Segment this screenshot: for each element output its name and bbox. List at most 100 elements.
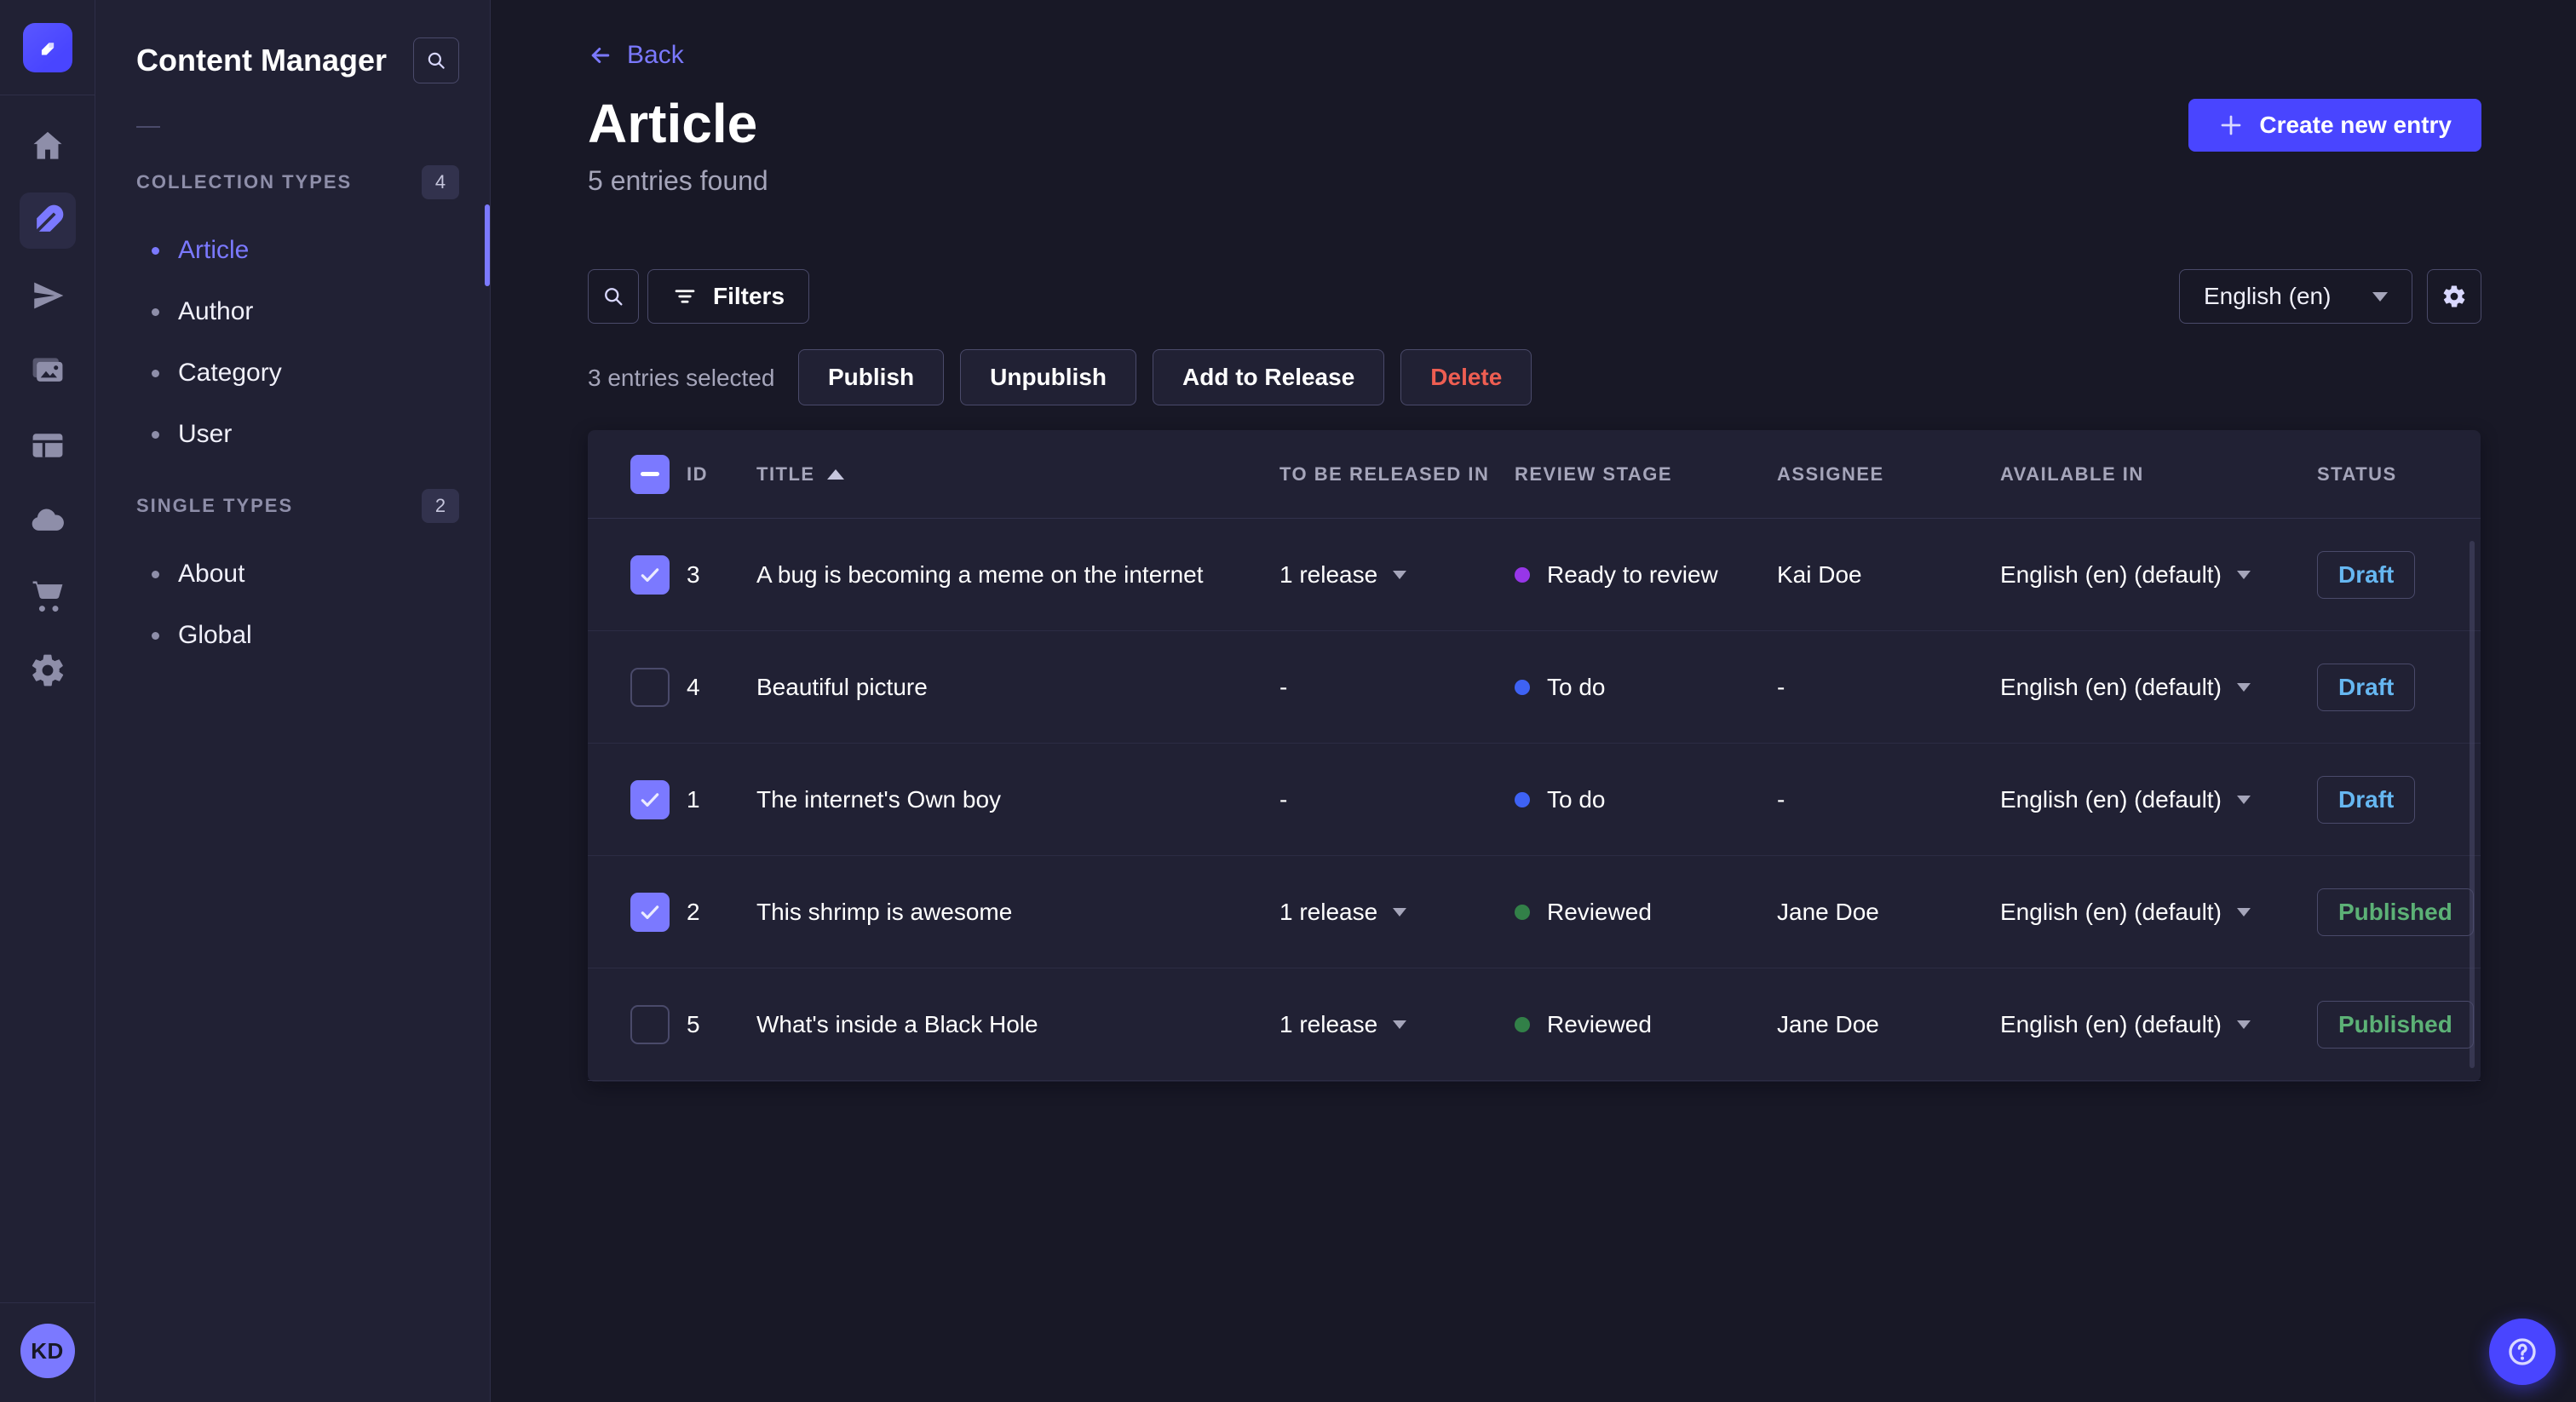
sidebar-item-author[interactable]: Author bbox=[95, 281, 490, 342]
review-stage-cell: Ready to review bbox=[1515, 561, 1777, 589]
header-assignee[interactable]: ASSIGNEE bbox=[1777, 463, 2000, 486]
table-row[interactable]: 3 A bug is becoming a meme on the intern… bbox=[588, 519, 2481, 631]
table-row[interactable]: 1 The internet's Own boy - To do - Engli… bbox=[588, 744, 2481, 856]
add-to-release-button[interactable]: Add to Release bbox=[1153, 349, 1385, 405]
review-stage-dot bbox=[1515, 1016, 1530, 1032]
available-in-dropdown[interactable]: English (en) (default) bbox=[2000, 1011, 2317, 1038]
sidebar-item-global[interactable]: Global bbox=[95, 605, 490, 666]
publish-button[interactable]: Publish bbox=[798, 349, 945, 405]
row-title: A bug is becoming a meme on the internet bbox=[756, 560, 1204, 588]
sidebar-item-about[interactable]: About bbox=[95, 543, 490, 605]
delete-button[interactable]: Delete bbox=[1400, 349, 1532, 405]
release-dropdown[interactable]: 1 release bbox=[1279, 1011, 1515, 1038]
table-scrollbar[interactable] bbox=[2470, 541, 2475, 1068]
help-button[interactable] bbox=[2489, 1319, 2556, 1385]
header-status[interactable]: STATUS bbox=[2317, 463, 2481, 486]
row-checkbox[interactable] bbox=[630, 1004, 670, 1044]
marketplace-cart-icon[interactable] bbox=[20, 567, 76, 623]
row-checkbox[interactable] bbox=[630, 554, 670, 595]
status-badge: Published bbox=[2317, 1000, 2474, 1049]
locale-value: English (en) bbox=[2204, 283, 2332, 309]
active-item-indicator bbox=[485, 204, 490, 286]
status-badge: Published bbox=[2317, 888, 2474, 936]
header-available-in[interactable]: AVAILABLE IN bbox=[2000, 463, 2317, 486]
back-link[interactable]: Back bbox=[588, 41, 684, 70]
send-plane-icon[interactable] bbox=[20, 267, 76, 324]
sidebar-item-user[interactable]: User bbox=[95, 404, 490, 465]
row-checkbox[interactable] bbox=[630, 892, 670, 932]
view-settings-button[interactable] bbox=[2427, 269, 2481, 324]
row-id: 5 bbox=[687, 1010, 700, 1037]
check-icon bbox=[641, 792, 659, 807]
sort-ascending-icon bbox=[826, 468, 844, 480]
media-library-icon[interactable] bbox=[20, 342, 76, 399]
available-in-dropdown[interactable]: English (en) (default) bbox=[2000, 561, 2317, 589]
settings-gear-icon[interactable] bbox=[20, 642, 76, 698]
available-in-dropdown[interactable]: English (en) (default) bbox=[2000, 899, 2317, 926]
bulk-actions: Publish Unpublish Add to Release Delete bbox=[798, 349, 1532, 405]
chevron-down-icon bbox=[1393, 907, 1407, 916]
page-title: Article bbox=[588, 93, 758, 154]
user-avatar[interactable]: KD bbox=[20, 1324, 75, 1378]
bullet-icon bbox=[152, 430, 159, 439]
release-cell: - bbox=[1279, 785, 1288, 813]
table-search-button[interactable] bbox=[588, 269, 639, 324]
header-review-stage[interactable]: REVIEW STAGE bbox=[1515, 463, 1777, 486]
header-title[interactable]: TITLE bbox=[756, 463, 1279, 486]
header-to-be-released-in[interactable]: TO BE RELEASED IN bbox=[1279, 463, 1515, 486]
create-new-entry-button[interactable]: Create new entry bbox=[2188, 99, 2481, 152]
release-dropdown[interactable]: 1 release bbox=[1279, 899, 1515, 926]
home-icon[interactable] bbox=[20, 118, 76, 174]
content-manager-feather-icon[interactable] bbox=[19, 192, 76, 249]
chevron-down-icon bbox=[2236, 570, 2251, 579]
chevron-down-icon bbox=[2236, 1020, 2251, 1029]
row-assignee: - bbox=[1777, 673, 1785, 700]
release-dropdown[interactable]: 1 release bbox=[1279, 561, 1515, 589]
filter-icon bbox=[675, 290, 695, 303]
subnav-divider bbox=[136, 126, 160, 128]
release-cell: - bbox=[1279, 673, 1288, 700]
row-checkbox[interactable] bbox=[630, 779, 670, 819]
back-label: Back bbox=[627, 41, 684, 69]
section-label: COLLECTION TYPES bbox=[136, 171, 353, 192]
row-id: 1 bbox=[687, 785, 700, 813]
header-id[interactable]: ID bbox=[687, 463, 756, 486]
main-content: Back Article 5 entries found Create new … bbox=[491, 0, 2576, 1402]
row-checkbox[interactable] bbox=[630, 667, 670, 707]
locale-select[interactable]: English (en) bbox=[2179, 269, 2412, 324]
table-row[interactable]: 4 Beautiful picture - To do - English (e… bbox=[588, 631, 2481, 744]
subnav-search-button[interactable] bbox=[413, 37, 459, 83]
review-stage-cell: Reviewed bbox=[1515, 899, 1777, 926]
chevron-down-icon bbox=[2236, 795, 2251, 804]
bullet-icon bbox=[152, 570, 159, 578]
chevron-down-icon bbox=[2236, 682, 2251, 692]
status-badge: Draft bbox=[2317, 775, 2416, 824]
review-stage-cell: To do bbox=[1515, 674, 1777, 701]
unpublish-button[interactable]: Unpublish bbox=[960, 349, 1136, 405]
status-badge: Draft bbox=[2317, 663, 2416, 711]
row-title: Beautiful picture bbox=[756, 673, 928, 700]
filters-button[interactable]: Filters bbox=[647, 269, 810, 324]
sidebar-item-category[interactable]: Category bbox=[95, 342, 490, 404]
review-stage-cell: To do bbox=[1515, 786, 1777, 813]
sidebar-item-article[interactable]: Article bbox=[95, 220, 490, 281]
row-title: The internet's Own boy bbox=[756, 785, 1002, 813]
bullet-icon bbox=[152, 631, 159, 640]
available-in-dropdown[interactable]: English (en) (default) bbox=[2000, 786, 2317, 813]
strapi-logo[interactable] bbox=[22, 23, 72, 72]
table-row[interactable]: 5 What's inside a Black Hole 1 release R… bbox=[588, 968, 2481, 1081]
status-badge: Draft bbox=[2317, 550, 2416, 599]
selection-summary: 3 entries selected bbox=[588, 365, 775, 391]
select-all-checkbox[interactable] bbox=[630, 454, 670, 494]
table-row[interactable]: 2 This shrimp is awesome 1 release Revie… bbox=[588, 856, 2481, 968]
row-id: 3 bbox=[687, 560, 700, 588]
row-assignee: Jane Doe bbox=[1777, 1010, 1879, 1037]
review-stage-cell: Reviewed bbox=[1515, 1011, 1777, 1038]
rail-bottom-divider bbox=[0, 1302, 95, 1303]
gear-icon bbox=[2443, 285, 2465, 307]
table-header-row: ID TITLE TO BE RELEASED IN REVIEW STAGE … bbox=[588, 430, 2481, 519]
cloud-deploy-icon[interactable] bbox=[20, 492, 76, 549]
content-type-builder-icon[interactable] bbox=[20, 417, 76, 474]
collection-types-section: COLLECTION TYPES 4 Article Author Catego… bbox=[95, 164, 490, 465]
available-in-dropdown[interactable]: English (en) (default) bbox=[2000, 674, 2317, 701]
